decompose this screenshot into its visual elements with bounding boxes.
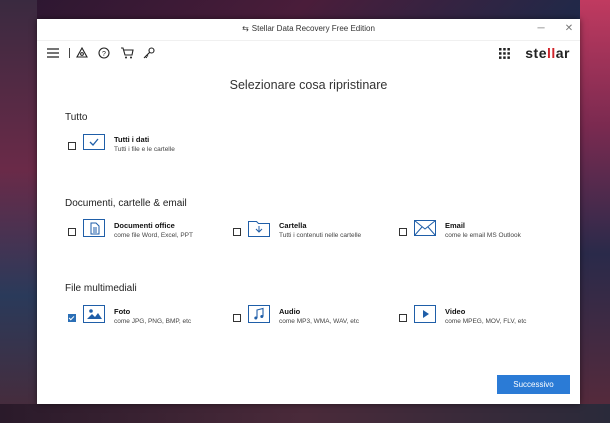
desktop-wallpaper-left xyxy=(0,0,37,423)
help-icon[interactable]: ? xyxy=(97,46,111,60)
folder-icon xyxy=(247,219,271,237)
checkbox-office-docs[interactable] xyxy=(68,228,76,236)
document-icon xyxy=(82,219,106,237)
desktop-wallpaper-bottom xyxy=(0,404,610,423)
window-title: Stellar Data Recovery Free Edition xyxy=(251,24,375,33)
option-label: Tutti i dati xyxy=(114,135,150,144)
option-label: Foto xyxy=(114,307,131,316)
email-icon xyxy=(413,219,437,237)
option-label: Email xyxy=(445,221,466,230)
option-label: Video xyxy=(445,307,466,316)
next-button[interactable]: Successivo xyxy=(497,375,570,394)
option-audio[interactable]: Audio come MP3, WMA, WAV, etc xyxy=(233,305,359,326)
music-icon xyxy=(247,305,271,323)
option-email[interactable]: Email come le email MS Outlook xyxy=(399,219,521,240)
option-folder[interactable]: Cartella Tutti i contenuti nelle cartell… xyxy=(233,219,361,240)
app-logo-icon: ⇆ xyxy=(242,24,249,33)
checkbox-email[interactable] xyxy=(399,228,407,236)
recover-icon[interactable] xyxy=(75,46,89,60)
option-office-docs[interactable]: Documenti office come file Word, Excel, … xyxy=(68,219,193,240)
photo-icon xyxy=(82,305,106,323)
option-desc: come file Word, Excel, PPT xyxy=(114,232,193,239)
option-desc: Tutti i contenuti nelle cartelle xyxy=(279,232,362,239)
option-desc: come le email MS Outlook xyxy=(445,232,521,239)
checkbox-photo[interactable] xyxy=(68,314,76,322)
option-video[interactable]: Video come MPEG, MOV, FLV, etc xyxy=(399,305,526,326)
checkbox-all-data[interactable] xyxy=(68,142,76,150)
cart-icon[interactable] xyxy=(120,46,134,60)
option-desc: come MPEG, MOV, FLV, etc xyxy=(445,318,527,325)
title-bar[interactable]: ⇆ Stellar Data Recovery Free Edition ─ ✕ xyxy=(37,19,580,41)
option-label: Audio xyxy=(279,307,301,316)
checkbox-folder[interactable] xyxy=(233,228,241,236)
minimize-button[interactable]: ─ xyxy=(533,22,549,36)
option-desc: come MP3, WMA, WAV, etc xyxy=(279,318,359,325)
key-icon[interactable] xyxy=(142,46,156,60)
menu-icon[interactable] xyxy=(46,46,60,60)
option-photo[interactable]: Foto come JPG, PNG, BMP, etc xyxy=(68,305,191,326)
svg-text:?: ? xyxy=(102,51,106,58)
option-desc: come JPG, PNG, BMP, etc xyxy=(114,318,192,325)
window-title-container: ⇆ Stellar Data Recovery Free Edition xyxy=(37,24,580,33)
video-icon xyxy=(413,305,437,323)
option-label: Documenti office xyxy=(114,221,175,230)
page-heading: Selezionare cosa ripristinare xyxy=(229,78,388,92)
stellar-logo: stellar xyxy=(525,45,570,61)
checkbox-video[interactable] xyxy=(399,314,407,322)
option-desc: Tutti i file e le cartelle xyxy=(114,146,175,153)
grid-icon[interactable] xyxy=(497,46,511,60)
close-button[interactable]: ✕ xyxy=(561,22,577,36)
checkbox-icon xyxy=(82,133,106,151)
section-title-all: Tutto xyxy=(65,112,88,123)
toolbar: ? stellar xyxy=(37,41,580,63)
toolbar-separator xyxy=(69,48,70,58)
section-title-docs: Documenti, cartelle & email xyxy=(65,198,187,209)
checkbox-audio[interactable] xyxy=(233,314,241,322)
desktop-wallpaper-right xyxy=(580,0,610,423)
app-window: ⇆ Stellar Data Recovery Free Edition ─ ✕ … xyxy=(37,19,580,404)
option-all-data[interactable]: Tutti i dati Tutti i file e le cartelle xyxy=(68,133,175,154)
option-label: Cartella xyxy=(279,221,307,230)
section-title-media: File multimediali xyxy=(65,283,137,294)
